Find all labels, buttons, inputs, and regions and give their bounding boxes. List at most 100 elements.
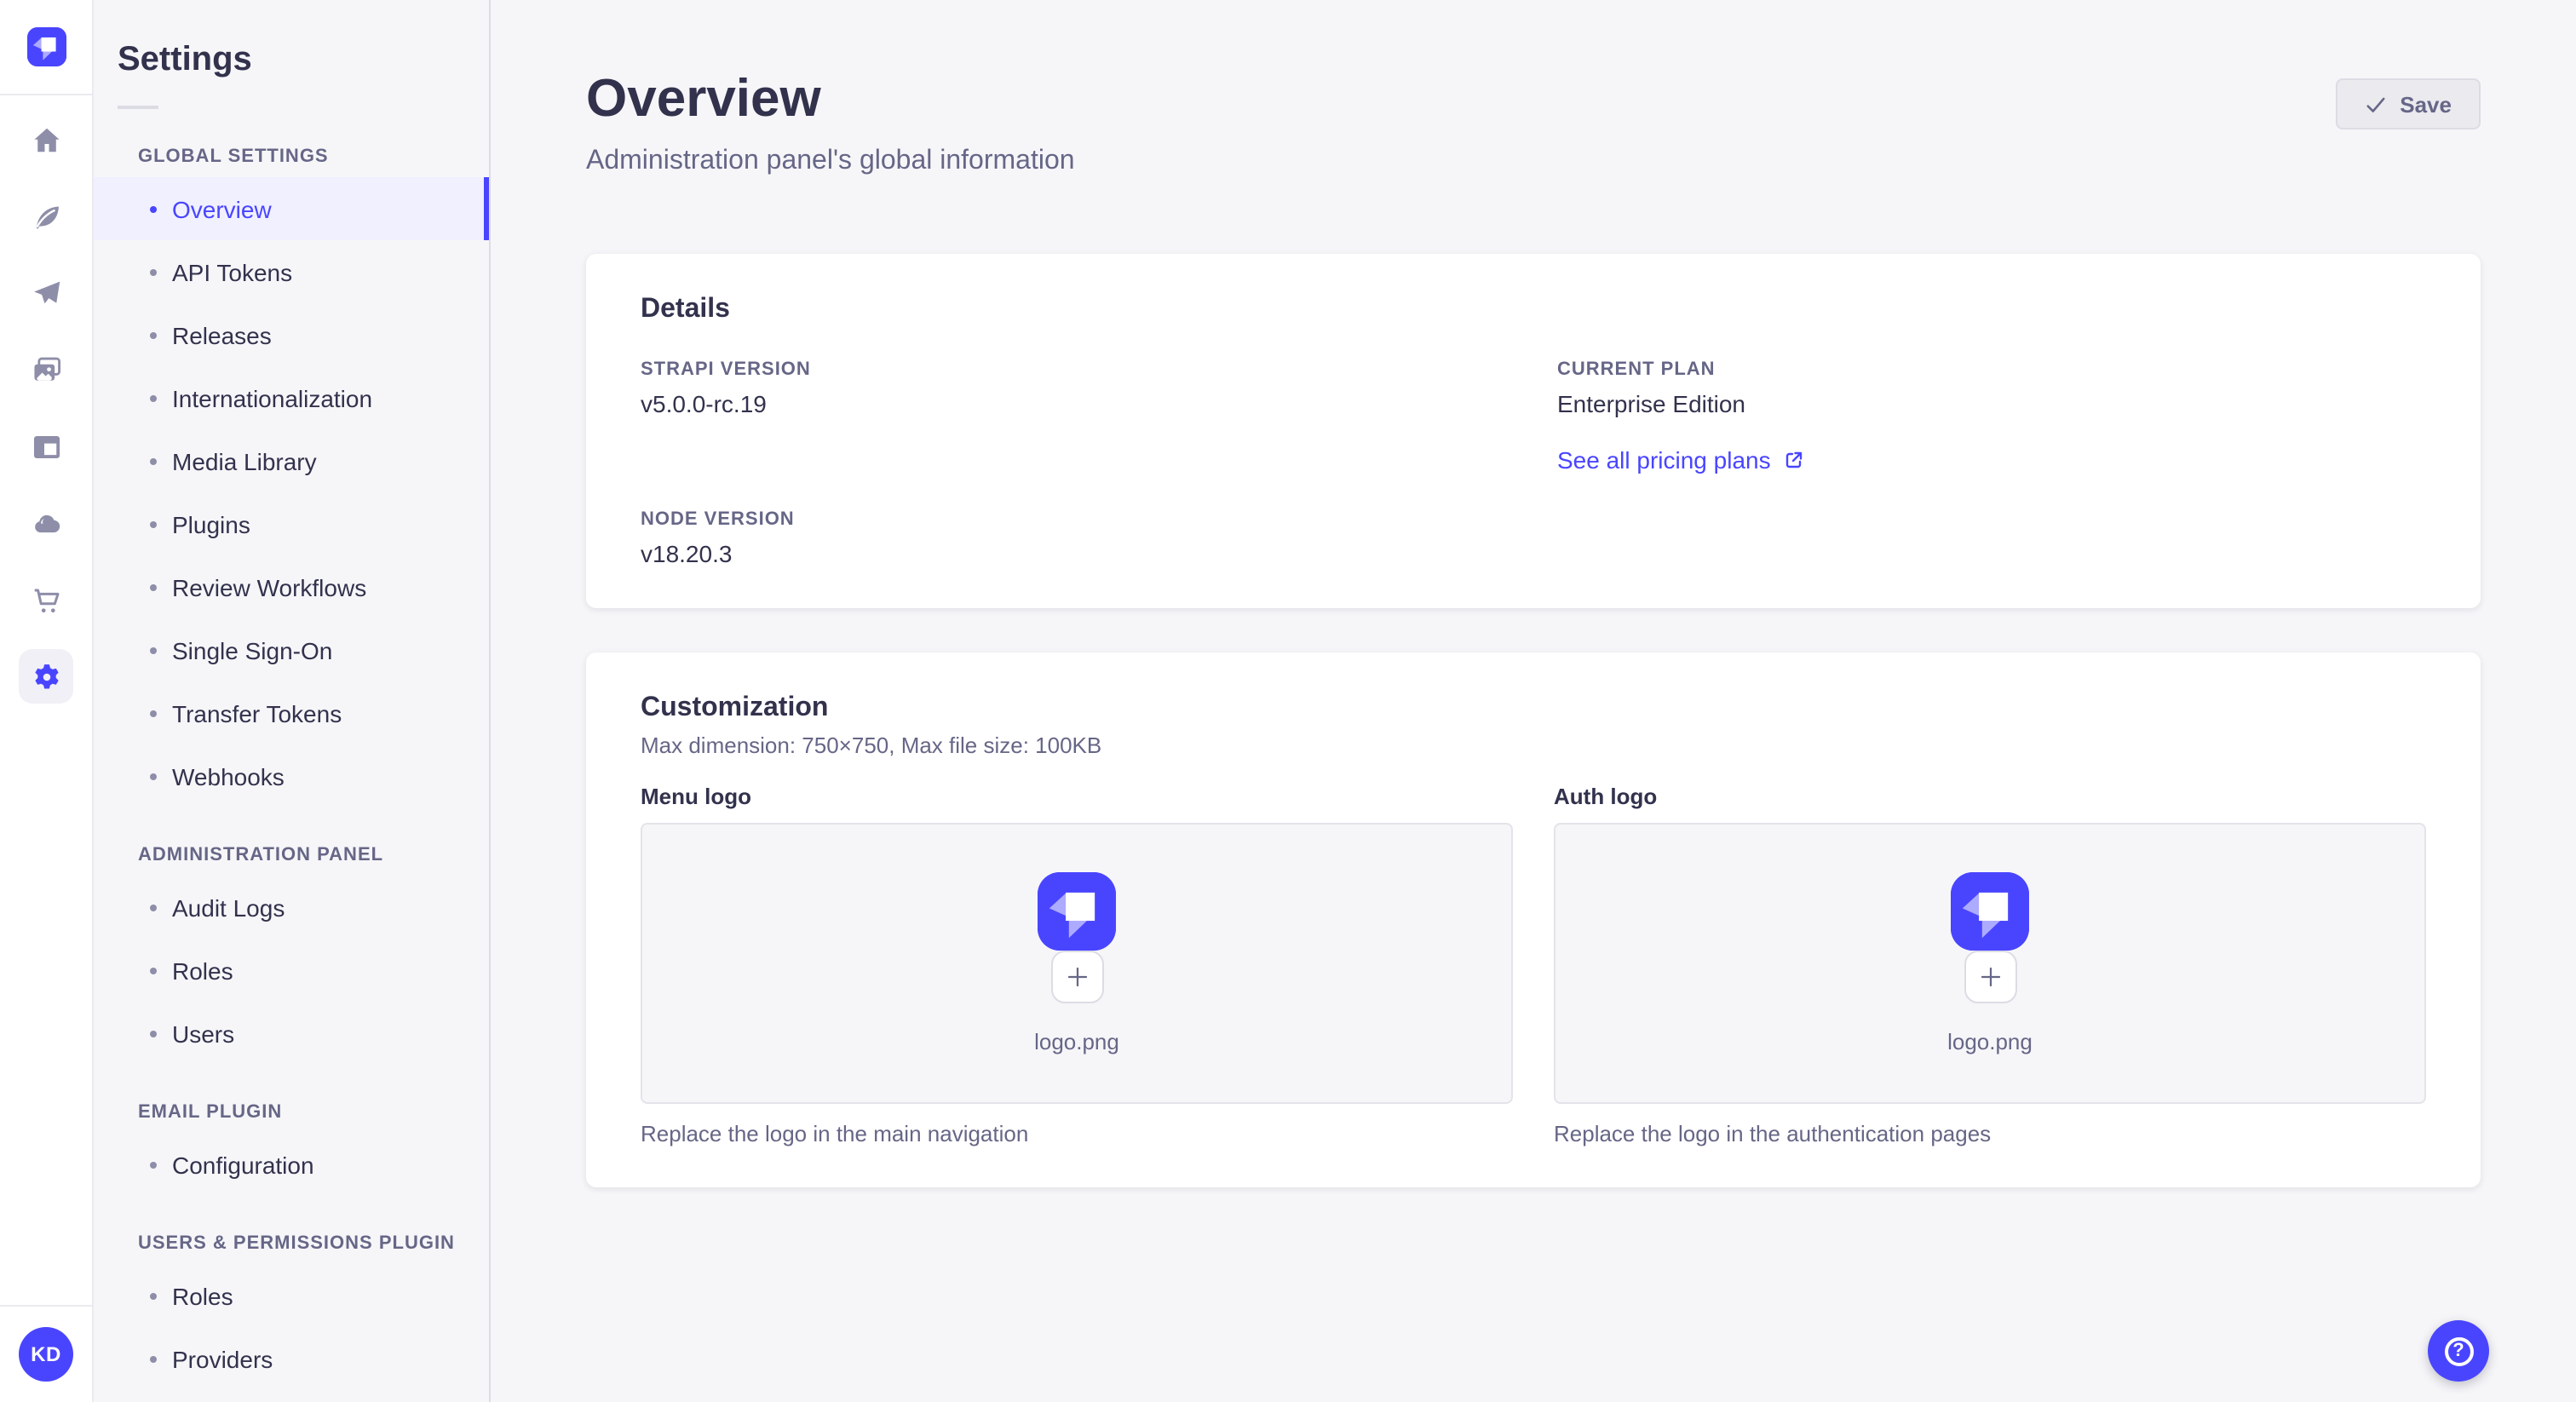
subnav-item-label: Roles bbox=[172, 1282, 233, 1309]
bullet-icon bbox=[150, 1161, 157, 1168]
subnav-section: ADMINISTRATION PANEL Audit Logs Roles Users bbox=[94, 845, 489, 1065]
rail-item-gear[interactable] bbox=[19, 649, 73, 704]
bullet-icon bbox=[150, 457, 157, 464]
subnav-item-media-library[interactable]: Media Library bbox=[94, 429, 489, 492]
subnav-item-list: Roles Providers bbox=[94, 1264, 489, 1390]
subnav-item-label: Plugins bbox=[172, 510, 250, 537]
details-card-title: Details bbox=[641, 294, 730, 324]
rail-item-layout[interactable] bbox=[19, 419, 73, 474]
subnav-section-label: ADMINISTRATION PANEL bbox=[138, 845, 384, 865]
bullet-icon bbox=[150, 1292, 157, 1299]
details-fields: STRAPI VERSION v5.0.0-rc.19 NODE VERSION… bbox=[641, 359, 2426, 566]
page-title-block: Overview Administration panel's global i… bbox=[586, 68, 1075, 176]
bullet-icon bbox=[150, 967, 157, 974]
subnav-item-plugins[interactable]: Plugins bbox=[94, 492, 489, 555]
page-header: Overview Administration panel's global i… bbox=[586, 68, 2481, 176]
menu-logo-filename: logo.png bbox=[1034, 1028, 1119, 1054]
rail-icon-list bbox=[19, 95, 73, 1305]
rail-item-feather[interactable] bbox=[19, 189, 73, 244]
page-title: Overview bbox=[586, 68, 821, 128]
add-auth-logo-button[interactable] bbox=[1964, 950, 2016, 1003]
subnav-item-label: API Tokens bbox=[172, 258, 293, 285]
rail-item-cart[interactable] bbox=[19, 572, 73, 627]
bullet-icon bbox=[150, 394, 157, 401]
menu-logo-caption: Replace the logo in the main navigation bbox=[641, 1120, 1029, 1146]
rail-item-home[interactable] bbox=[19, 112, 73, 167]
subnav-item-label: Configuration bbox=[172, 1151, 314, 1178]
bullet-icon bbox=[150, 268, 157, 275]
rail-item-paper-plane[interactable] bbox=[19, 266, 73, 320]
strapi-admin-app: KD Settings GLOBAL SETTINGS Overview API T… bbox=[0, 0, 2576, 1402]
cart-icon bbox=[30, 583, 62, 616]
save-button[interactable]: Save bbox=[2335, 78, 2481, 129]
subnav-item-transfer-tokens[interactable]: Transfer Tokens bbox=[94, 681, 489, 744]
subnav-item-label: Webhooks bbox=[172, 762, 285, 790]
subnav-section: GLOBAL SETTINGS Overview API Tokens Release… bbox=[94, 147, 489, 807]
subnav-item-label: Providers bbox=[172, 1345, 273, 1372]
subnav-item-label: Internationalization bbox=[172, 384, 373, 411]
check-icon bbox=[2366, 96, 2384, 112]
customization-card: Customization Max dimension: 750×750, Ma… bbox=[586, 652, 2481, 1187]
external-link-icon bbox=[1786, 451, 1803, 468]
bullet-icon bbox=[150, 773, 157, 779]
pricing-plans-link[interactable]: See all pricing plans bbox=[1557, 445, 1805, 473]
bullet-icon bbox=[150, 520, 157, 527]
field-label: CURRENT PLAN bbox=[1557, 359, 1716, 380]
rail-footer: KD bbox=[0, 1305, 93, 1402]
save-button-label: Save bbox=[2400, 91, 2452, 117]
rail-item-cloud[interactable] bbox=[19, 496, 73, 550]
auth-logo-dropzone[interactable]: logo.png bbox=[1554, 822, 2426, 1104]
field-value: Enterprise Edition bbox=[1557, 389, 1746, 417]
subnav-section: USERS & PERMISSIONS PLUGIN Roles Providers bbox=[94, 1233, 489, 1390]
layout-icon bbox=[30, 430, 62, 463]
subnav-item-providers[interactable]: Providers bbox=[94, 1327, 489, 1390]
cloud-icon bbox=[30, 507, 62, 539]
auth-logo-filename: logo.png bbox=[1947, 1028, 2033, 1054]
subnav-item-label: Roles bbox=[172, 957, 233, 984]
rail-item-media[interactable] bbox=[19, 342, 73, 397]
subnav-header: Settings bbox=[94, 0, 489, 109]
subnav-item-label: Review Workflows bbox=[172, 573, 367, 600]
subnav-sections: GLOBAL SETTINGS Overview API Tokens Release… bbox=[94, 147, 489, 1390]
subnav-item-api-tokens[interactable]: API Tokens bbox=[94, 240, 489, 303]
auth-logo-label: Auth logo bbox=[1554, 783, 1658, 809]
field-label: NODE VERSION bbox=[641, 509, 795, 530]
subnav-item-list: Configuration bbox=[94, 1133, 489, 1196]
main-content: Overview Administration panel's global i… bbox=[491, 0, 2576, 1402]
subnav-item-label: Users bbox=[172, 1020, 235, 1047]
subnav-item-review-workflows[interactable]: Review Workflows bbox=[94, 555, 489, 618]
plus-icon bbox=[1980, 967, 2000, 986]
avatar[interactable]: KD bbox=[19, 1327, 73, 1382]
subnav-item-releases[interactable]: Releases bbox=[94, 303, 489, 366]
menu-logo-upload: Menu logo logo.png Replace the logo in t… bbox=[641, 783, 1513, 1146]
subnav-section-label: USERS & PERMISSIONS PLUGIN bbox=[138, 1233, 455, 1254]
feather-icon bbox=[30, 200, 62, 233]
subnav-title: Settings bbox=[118, 41, 252, 78]
subnav-item-internationalization[interactable]: Internationalization bbox=[94, 366, 489, 429]
subnav-item-roles[interactable]: Roles bbox=[94, 1264, 489, 1327]
add-menu-logo-button[interactable] bbox=[1050, 950, 1103, 1003]
subnav-item-audit-logs[interactable]: Audit Logs bbox=[94, 876, 489, 939]
subnav-item-list: Audit Logs Roles Users bbox=[94, 876, 489, 1065]
details-card: Details STRAPI VERSION v5.0.0-rc.19 NODE… bbox=[586, 253, 2481, 608]
subnav-item-single-sign-on[interactable]: Single Sign-On bbox=[94, 618, 489, 681]
bullet-icon bbox=[150, 904, 157, 911]
subnav-item-webhooks[interactable]: Webhooks bbox=[94, 744, 489, 807]
subnav-item-label: Single Sign-On bbox=[172, 636, 333, 664]
help-button[interactable]: ? bbox=[2428, 1320, 2489, 1382]
rail-logo-section bbox=[0, 0, 93, 95]
current-plan-field: CURRENT PLAN Enterprise Edition bbox=[1557, 359, 2426, 417]
page-subtitle: Administration panel's global informatio… bbox=[586, 146, 1075, 175]
subnav-item-overview[interactable]: Overview bbox=[94, 177, 489, 240]
subnav-item-roles[interactable]: Roles bbox=[94, 939, 489, 1002]
subnav-item-configuration[interactable]: Configuration bbox=[94, 1133, 489, 1196]
bullet-icon bbox=[150, 1030, 157, 1037]
strapi-logo-icon[interactable] bbox=[26, 27, 66, 66]
subnav-item-list: Overview API Tokens Releases Internationali… bbox=[94, 177, 489, 807]
subnav-item-users[interactable]: Users bbox=[94, 1002, 489, 1065]
settings-subnav: Settings GLOBAL SETTINGS Overview API Toke… bbox=[94, 0, 491, 1402]
subnav-section: EMAIL PLUGIN Configuration bbox=[94, 1102, 489, 1196]
auth-logo-caption: Replace the logo in the authentication p… bbox=[1554, 1120, 1992, 1146]
subnav-section-label: GLOBAL SETTINGS bbox=[138, 147, 329, 167]
menu-logo-dropzone[interactable]: logo.png bbox=[641, 822, 1513, 1104]
